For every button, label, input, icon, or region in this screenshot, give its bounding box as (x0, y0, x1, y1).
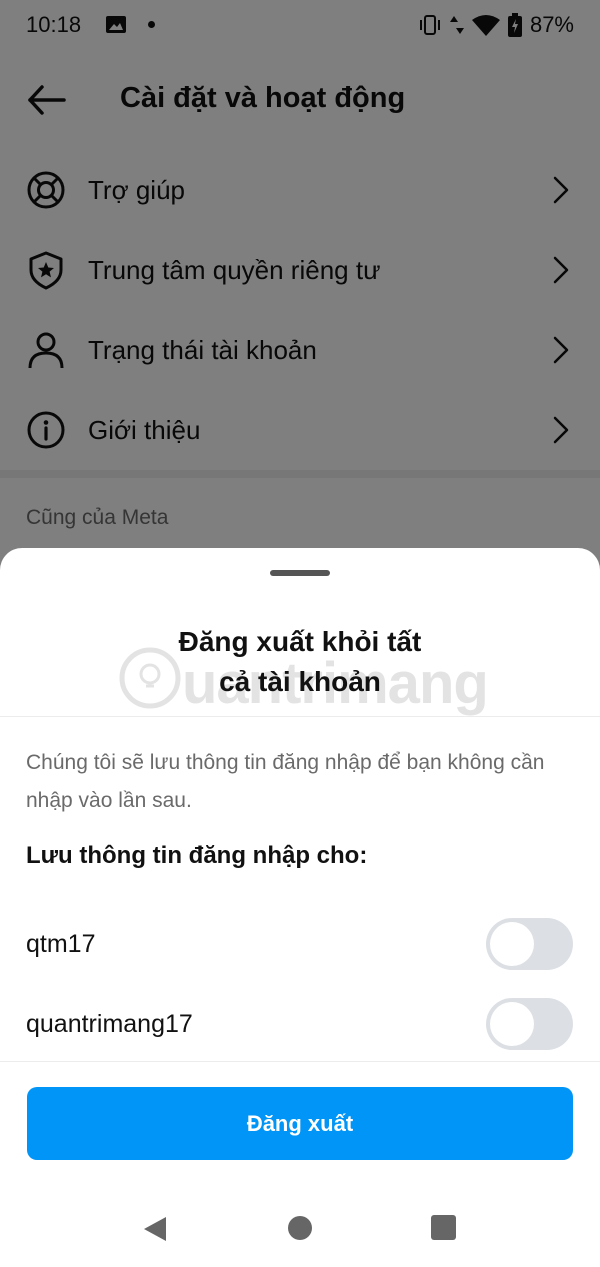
nav-recents-icon[interactable] (431, 1215, 456, 1240)
nav-back-icon[interactable] (142, 1216, 168, 1242)
drag-handle[interactable] (270, 570, 330, 576)
account-name: qtm17 (26, 930, 96, 958)
logout-button[interactable]: Đăng xuất (27, 1087, 573, 1160)
account-name: quantrimang17 (26, 1010, 193, 1038)
sheet-title-line-1: Đăng xuất khỏi tất (178, 626, 422, 657)
sheet-title: Đăng xuất khỏi tất cả tài khoản (100, 622, 500, 702)
sheet-title-line-2: cả tài khoản (219, 666, 381, 697)
nav-home-icon[interactable] (288, 1216, 312, 1240)
logout-bottom-sheet: uantrimang Đăng xuất khỏi tất cả tài kho… (0, 548, 600, 1267)
sheet-description: Chúng tôi sẽ lưu thông tin đăng nhập để … (26, 751, 545, 812)
save-login-heading: Lưu thông tin đăng nhập cho: (26, 842, 368, 869)
save-login-toggle[interactable] (486, 918, 573, 970)
account-row-quantrimang17: quantrimang17 (0, 990, 600, 1060)
system-navigation-bar (0, 1204, 600, 1267)
toggle-knob (490, 922, 534, 966)
account-row-qtm17: qtm17 (0, 910, 600, 980)
save-login-toggle[interactable] (486, 998, 573, 1050)
divider (0, 1061, 600, 1062)
toggle-knob (490, 1002, 534, 1046)
divider (0, 716, 600, 717)
